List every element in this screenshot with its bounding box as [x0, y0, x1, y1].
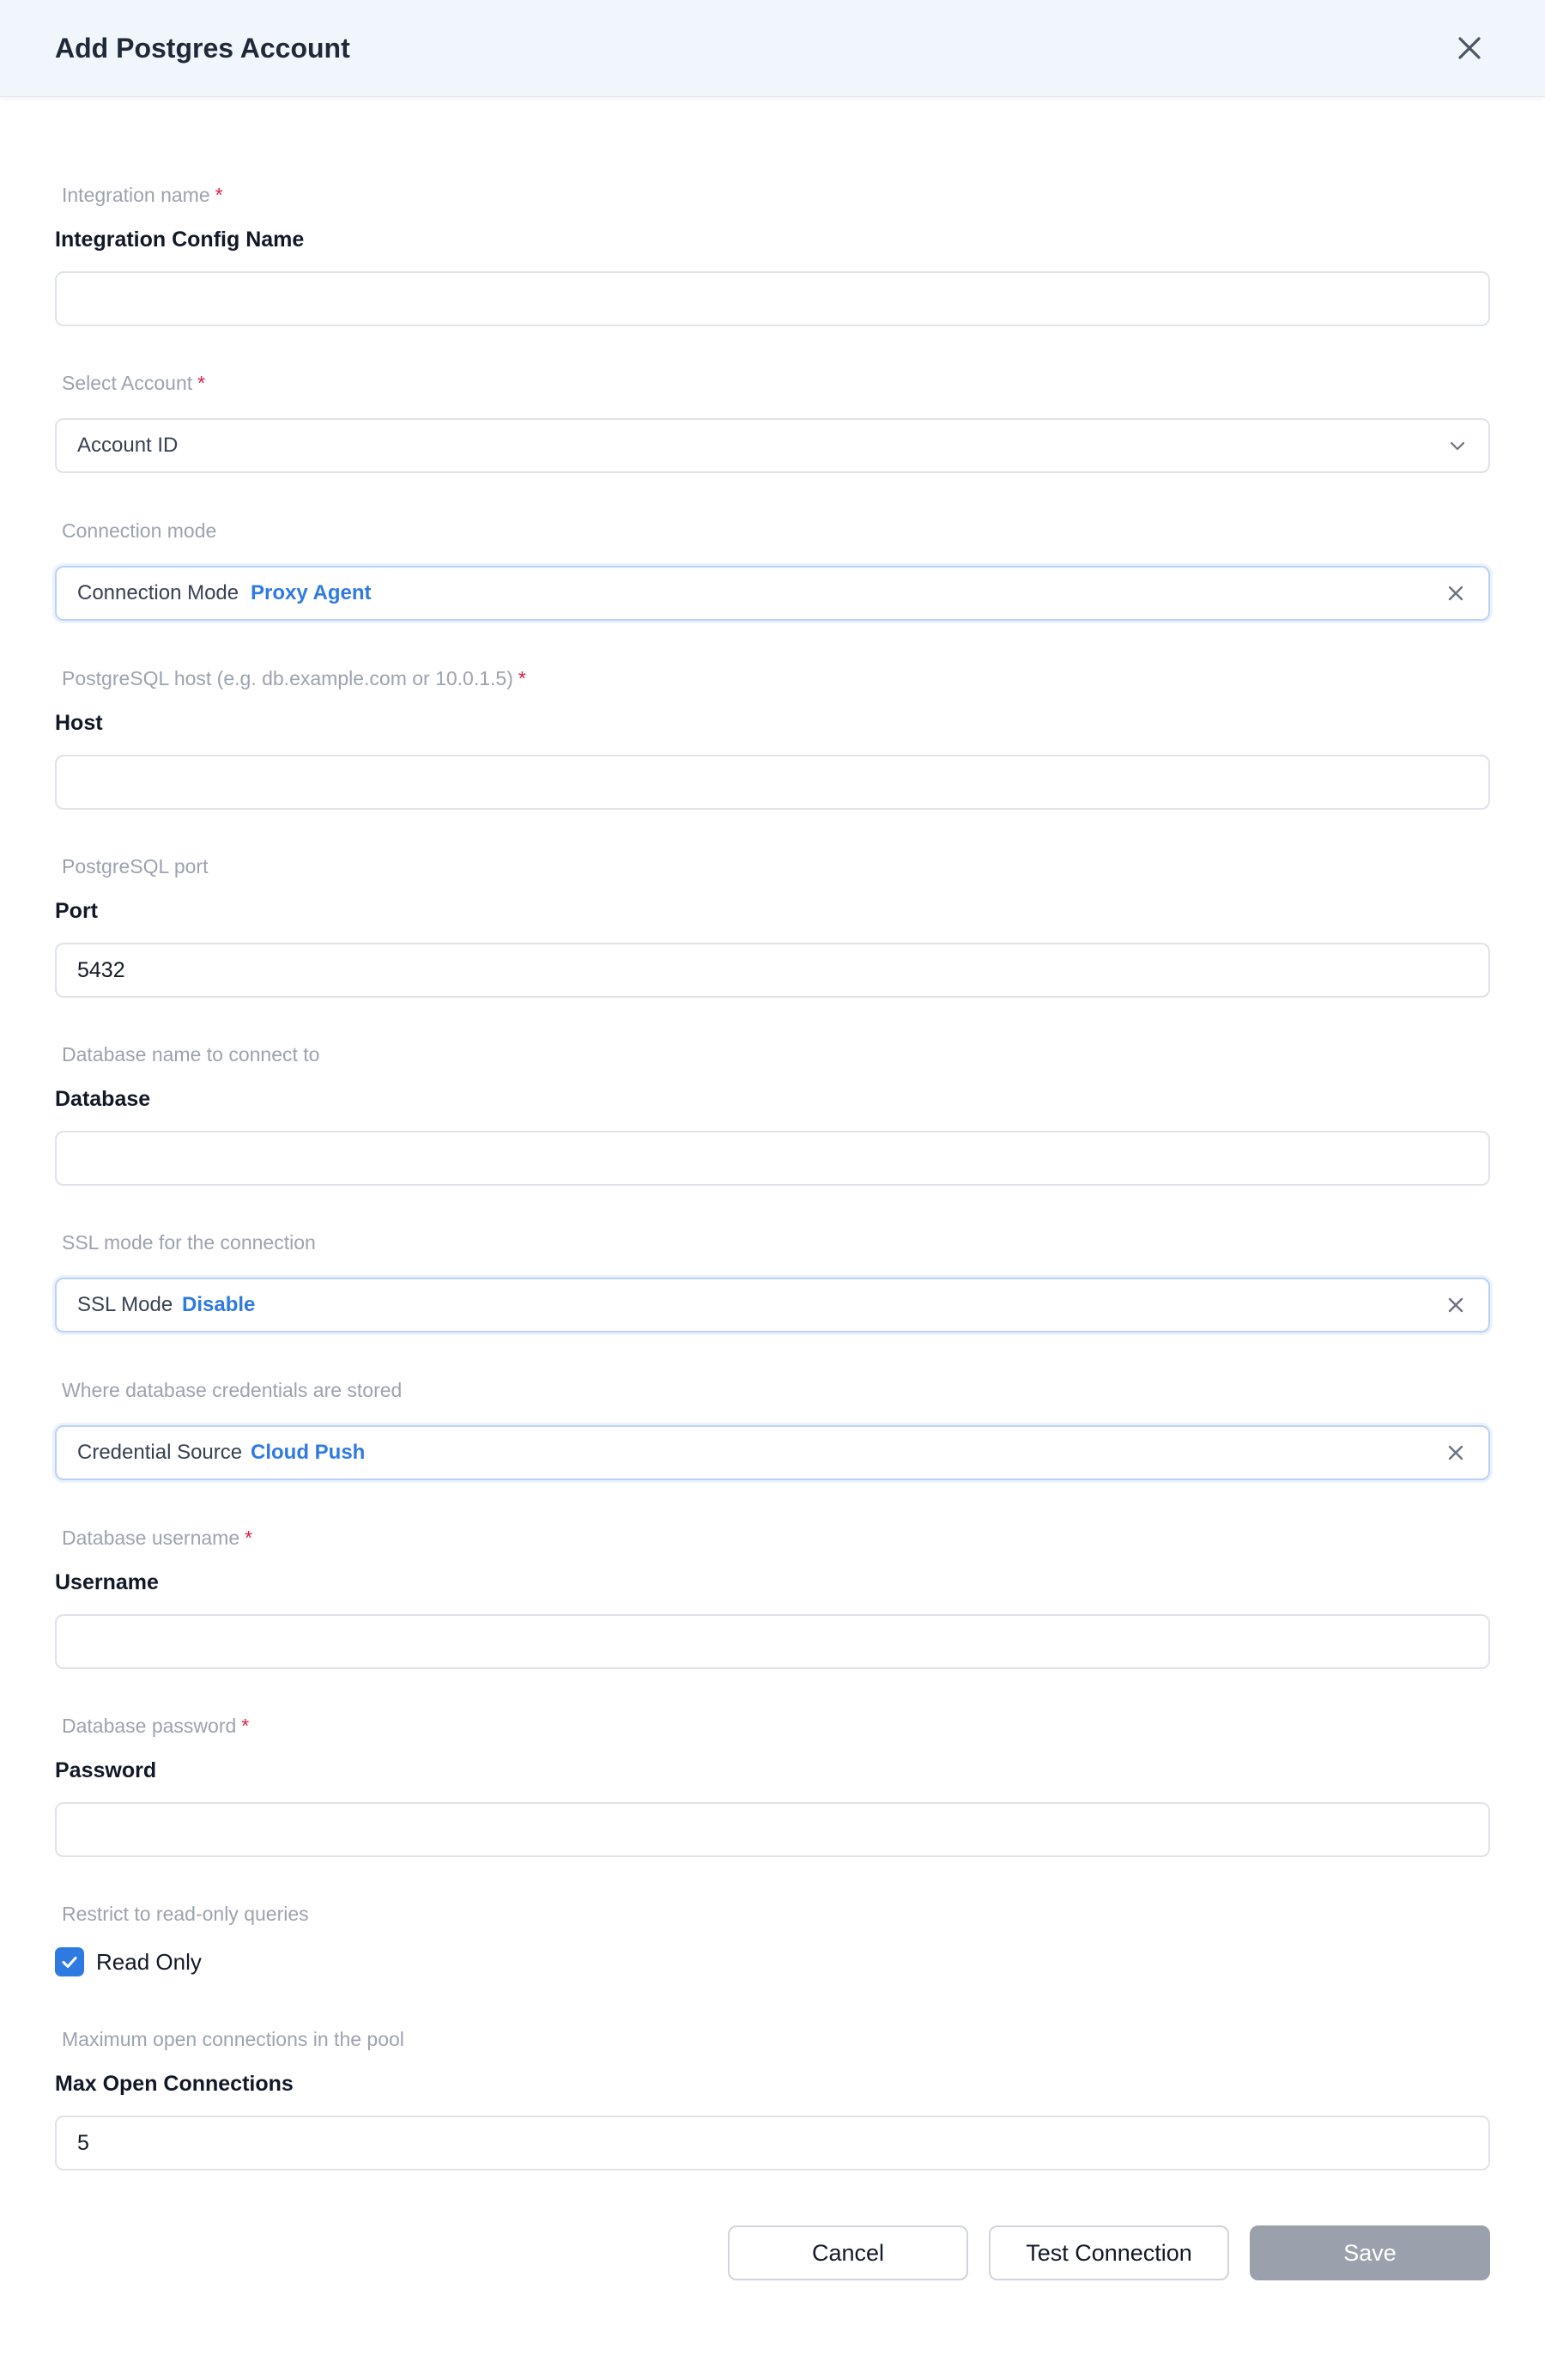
password-hint: Database password [62, 1715, 237, 1737]
connection-mode-hint: Connection mode [62, 519, 217, 542]
host-label: Host [55, 711, 103, 735]
ssl-mode-field: SSL mode for the connection SSL Mode Dis… [55, 1229, 1490, 1333]
read-only-field: Restrict to read-only queries Read Only [55, 1901, 1490, 1976]
read-only-label[interactable]: Read Only [96, 1946, 202, 1978]
account-select-value: Account ID [77, 434, 179, 457]
clear-icon[interactable] [1445, 1442, 1466, 1463]
test-connection-button[interactable]: Test Connection [989, 2225, 1229, 2280]
save-button[interactable]: Save [1250, 2225, 1490, 2280]
ssl-mode-select[interactable]: SSL Mode Disable [55, 1278, 1490, 1333]
chevron-down-icon [1450, 441, 1465, 451]
required-mark: * [241, 1715, 250, 1737]
ssl-mode-value: Disable [182, 1293, 256, 1316]
required-mark: * [518, 667, 526, 689]
max-open-connections-label: Max Open Connections [55, 2072, 294, 2096]
username-hint: Database username [62, 1527, 240, 1549]
port-field: PostgreSQL port Port [55, 853, 1490, 998]
credential-source-field: Where database credentials are stored Cr… [55, 1377, 1490, 1480]
ssl-mode-hint: SSL mode for the connection [62, 1231, 316, 1254]
required-mark: * [245, 1527, 253, 1549]
credential-source-value: Cloud Push [251, 1441, 366, 1464]
integration-name-label: Integration Config Name [55, 228, 305, 252]
database-field: Database name to connect to Database [55, 1041, 1490, 1186]
host-hint: PostgreSQL host (e.g. db.example.com or … [62, 667, 513, 689]
max-open-connections-hint: Maximum open connections in the pool [62, 2028, 404, 2050]
username-field: Database username * Username [55, 1525, 1490, 1669]
username-label: Username [55, 1570, 159, 1594]
read-only-checkbox[interactable] [55, 1947, 84, 1976]
database-label: Database [55, 1087, 151, 1111]
host-field: PostgreSQL host (e.g. db.example.com or … [55, 665, 1490, 810]
max-open-connections-field: Maximum open connections in the pool Max… [55, 2026, 1490, 2171]
close-icon[interactable] [1452, 31, 1487, 65]
required-mark: * [197, 372, 206, 394]
integration-name-hint: Integration name [62, 184, 210, 206]
username-input[interactable] [55, 1614, 1490, 1669]
connection-mode-key: Connection Mode [77, 581, 239, 604]
database-input[interactable] [55, 1131, 1490, 1186]
read-only-hint: Restrict to read-only queries [62, 1903, 309, 1925]
modal-title: Add Postgres Account [55, 33, 350, 64]
check-icon [62, 1957, 77, 1968]
add-account-modal: Add Postgres Account Integration name * I… [0, 0, 1545, 2380]
port-hint: PostgreSQL port [62, 855, 209, 877]
port-input[interactable] [55, 943, 1490, 998]
connection-mode-field: Connection mode Connection Mode Proxy Ag… [55, 518, 1490, 621]
select-account-field: Select Account * Account ID [55, 370, 1490, 473]
database-hint: Database name to connect to [62, 1043, 320, 1066]
account-select[interactable]: Account ID [55, 418, 1490, 473]
connection-mode-value: Proxy Agent [251, 581, 372, 604]
cancel-button[interactable]: Cancel [728, 2225, 968, 2280]
clear-icon[interactable] [1445, 583, 1466, 604]
select-account-hint: Select Account [62, 372, 193, 394]
credential-source-select[interactable]: Credential Source Cloud Push [55, 1425, 1490, 1480]
password-label: Password [55, 1758, 157, 1782]
ssl-mode-key: SSL Mode [77, 1293, 173, 1316]
credential-source-key: Credential Source [77, 1441, 243, 1464]
max-open-connections-input[interactable] [55, 2116, 1490, 2171]
connection-mode-select[interactable]: Connection Mode Proxy Agent [55, 566, 1490, 621]
integration-name-field: Integration name * Integration Config Nam… [55, 182, 1490, 326]
clear-icon[interactable] [1445, 1295, 1466, 1315]
host-input[interactable] [55, 755, 1490, 810]
integration-name-input[interactable] [55, 271, 1490, 326]
credential-source-hint: Where database credentials are stored [62, 1379, 403, 1401]
modal-header: Add Postgres Account [0, 0, 1545, 97]
read-only-row: Read Only [55, 1946, 1490, 1976]
password-input[interactable] [55, 1802, 1490, 1857]
required-mark: * [215, 184, 223, 206]
password-field: Database password * Password [55, 1713, 1490, 1857]
port-label: Port [55, 899, 98, 923]
